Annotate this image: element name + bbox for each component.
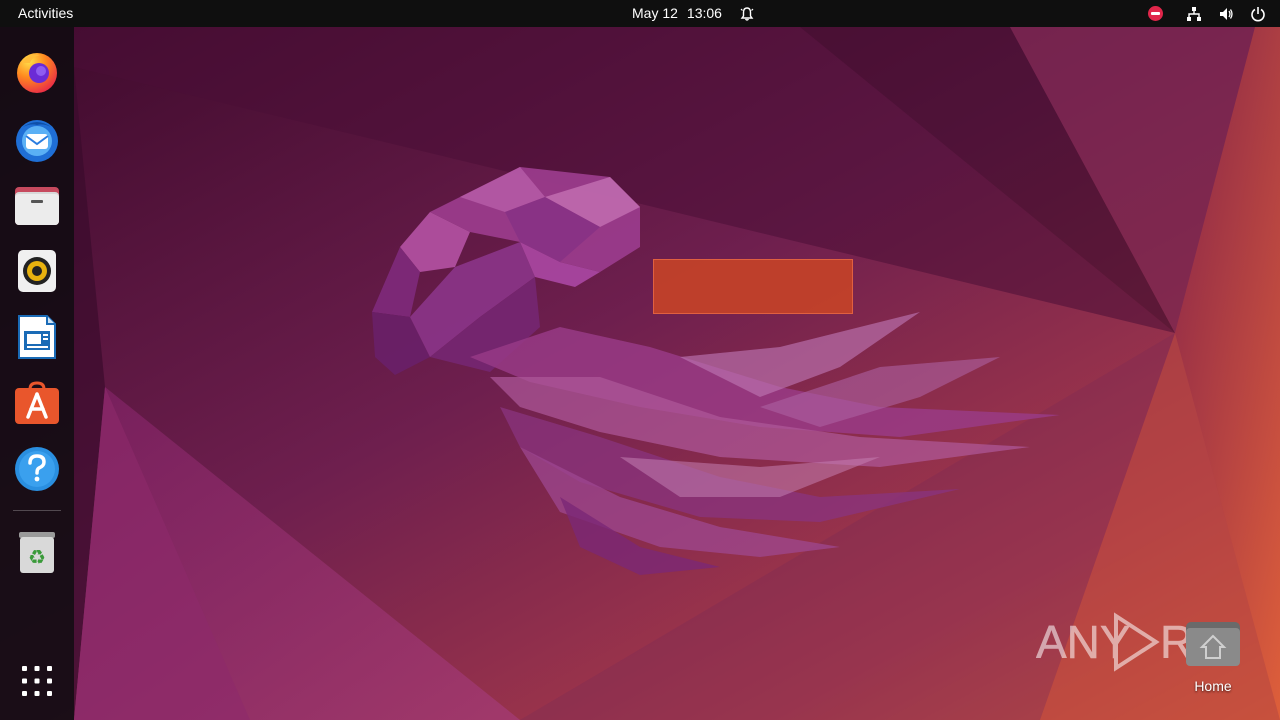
activities-button[interactable]: Activities <box>10 0 81 27</box>
dock-item-thunderbird[interactable] <box>11 113 63 165</box>
do-not-disturb-button[interactable] <box>1146 0 1164 27</box>
dock-item-help[interactable] <box>11 443 63 495</box>
do-not-disturb-icon <box>1147 6 1163 21</box>
dock: ♻ <box>0 27 74 720</box>
clock-time: 13:06 <box>686 5 722 21</box>
system-menu[interactable] <box>1186 0 1266 27</box>
trash-icon: ♻ <box>19 532 55 573</box>
desktop[interactable]: ANY RUN Home <box>0 27 1280 720</box>
svg-text:♻: ♻ <box>28 545 46 569</box>
dock-item-show-apps[interactable] <box>11 655 63 707</box>
thunderbird-icon <box>16 120 58 162</box>
clock-button[interactable]: May 12 13:06 <box>626 0 761 27</box>
software-icon <box>15 381 59 424</box>
dock-item-files[interactable] <box>11 179 63 231</box>
files-icon <box>15 187 59 225</box>
dock-item-trash[interactable]: ♻ <box>11 525 63 577</box>
dock-item-firefox[interactable] <box>11 46 63 98</box>
dock-item-libreoffice-writer[interactable] <box>11 311 63 363</box>
clock-date: May 12 <box>632 5 678 21</box>
app-grid-icon <box>22 666 52 696</box>
dock-item-ubuntu-software[interactable] <box>11 377 63 429</box>
selection-highlight <box>653 259 853 314</box>
home-label: Home <box>1194 678 1232 694</box>
home-folder[interactable]: Home <box>1182 618 1244 698</box>
dock-item-rhythmbox[interactable] <box>11 245 63 297</box>
volume-icon <box>1220 7 1233 20</box>
dock-separator <box>13 510 61 511</box>
top-bar: Activities May 12 13:06 <box>0 0 1280 27</box>
rhythmbox-icon <box>18 250 56 292</box>
help-icon <box>15 447 59 491</box>
firefox-icon <box>17 53 57 93</box>
network-icon <box>1187 6 1201 21</box>
home-folder-icon <box>1186 622 1240 666</box>
bell-icon <box>740 6 754 21</box>
power-icon <box>1251 6 1265 21</box>
writer-icon <box>18 315 56 359</box>
